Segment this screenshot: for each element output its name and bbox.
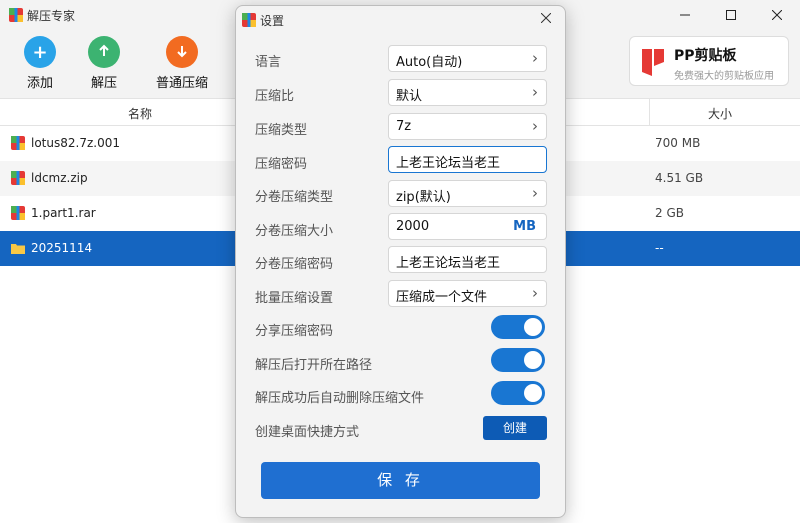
compress-button[interactable]: 普通压缩 [154,36,210,91]
chevron-right-icon: › [532,284,538,302]
split-password-label: 分卷压缩密码 [255,257,334,272]
column-header-size[interactable]: 大小 [708,105,732,122]
minimize-icon [680,14,690,16]
archive-icon [11,171,25,185]
dialog-close-button[interactable] [540,11,552,27]
add-icon: + [24,36,56,68]
close-button[interactable] [754,0,800,30]
share-password-label: 分享压缩密码 [255,324,334,339]
batch-value: 压缩成一个文件 [396,290,488,305]
pp-clipboard-logo-icon [642,49,664,76]
archive-icon [11,136,25,150]
toggle-knob [524,318,542,336]
file-name: 1.part1.rar [31,206,96,220]
file-size: 2 GB [655,206,684,220]
maximize-button[interactable] [708,0,754,30]
batch-select[interactable]: 压缩成一个文件 › [388,280,547,307]
save-button[interactable]: 保 存 [261,462,540,499]
column-divider[interactable] [649,99,650,125]
shortcut-label: 创建桌面快捷方式 [255,425,360,440]
folder-icon [11,244,25,254]
close-icon [540,12,552,24]
compress-icon [166,36,198,68]
add-label: 添加 [26,76,53,91]
language-label: 语言 [255,55,282,70]
batch-label: 批量压缩设置 [255,291,334,306]
split-password-input[interactable]: 上老王论坛当老王 [388,246,547,273]
app-title: 解压专家 [27,9,76,23]
split-type-select[interactable]: zip(默认) › [388,180,547,207]
toggle-knob [524,384,542,402]
extract-label: 解压 [90,76,117,91]
split-size-unit: MB [513,219,536,234]
promo-card[interactable]: PP剪贴板 免费强大的剪贴板应用 [629,36,789,86]
app-logo-icon [9,8,23,22]
file-name: lotus82.7z.001 [31,136,120,150]
extract-icon [88,36,120,68]
close-icon [772,10,782,20]
compress-label: 普通压缩 [155,76,208,91]
ratio-select[interactable]: 默认 › [388,79,547,106]
file-size: -- [655,241,664,255]
file-name: 20251114 [31,241,93,255]
app-logo-icon [242,13,256,27]
add-button[interactable]: + 添加 [24,36,56,91]
maximize-icon [726,10,736,20]
language-value: Auto(自动) [396,55,463,70]
open-after-label: 解压后打开所在路径 [255,358,373,373]
split-type-label: 分卷压缩类型 [255,190,334,205]
split-password-value: 上老王论坛当老王 [396,256,501,271]
ratio-value: 默认 [396,89,423,104]
split-type-value: zip(默认) [396,190,451,205]
password-value: 上老王论坛当老王 [396,156,501,171]
ratio-label: 压缩比 [255,89,295,104]
share-password-toggle[interactable] [491,315,545,339]
language-select[interactable]: Auto(自动) › [388,45,547,72]
split-size-label: 分卷压缩大小 [255,224,334,239]
password-label: 压缩密码 [255,157,308,172]
column-header-name[interactable]: 名称 [128,105,152,122]
promo-subtitle: 免费强大的剪贴板应用 [674,71,774,82]
open-after-toggle[interactable] [491,348,545,372]
delete-after-toggle[interactable] [491,381,545,405]
chevron-right-icon: › [532,83,538,101]
file-size: 4.51 GB [655,171,704,185]
chevron-right-icon: › [532,49,538,67]
type-select[interactable]: 7z › [388,113,547,140]
minimize-button[interactable] [662,0,708,30]
password-input[interactable]: 上老王论坛当老王 [388,146,547,173]
split-size-value: 2000 [396,219,430,234]
type-value: 7z [396,119,412,134]
create-shortcut-button[interactable]: 创建 [483,416,547,440]
toggle-knob [524,351,542,369]
file-size: 700 MB [655,136,701,150]
promo-title: PP剪贴板 [674,48,737,64]
chevron-right-icon: › [532,184,538,202]
delete-after-label: 解压成功后自动删除压缩文件 [255,391,425,406]
settings-dialog: 设置 语言 Auto(自动) › 压缩比 默认 › 压缩类型 7z › 压缩密码… [235,5,566,518]
type-label: 压缩类型 [255,123,308,138]
archive-icon [11,206,25,220]
dialog-title: 设置 [260,14,285,28]
extract-button[interactable]: 解压 [88,36,120,91]
chevron-right-icon: › [532,117,538,135]
split-size-input[interactable]: 2000 MB [388,213,547,240]
file-name: ldcmz.zip [31,171,88,185]
